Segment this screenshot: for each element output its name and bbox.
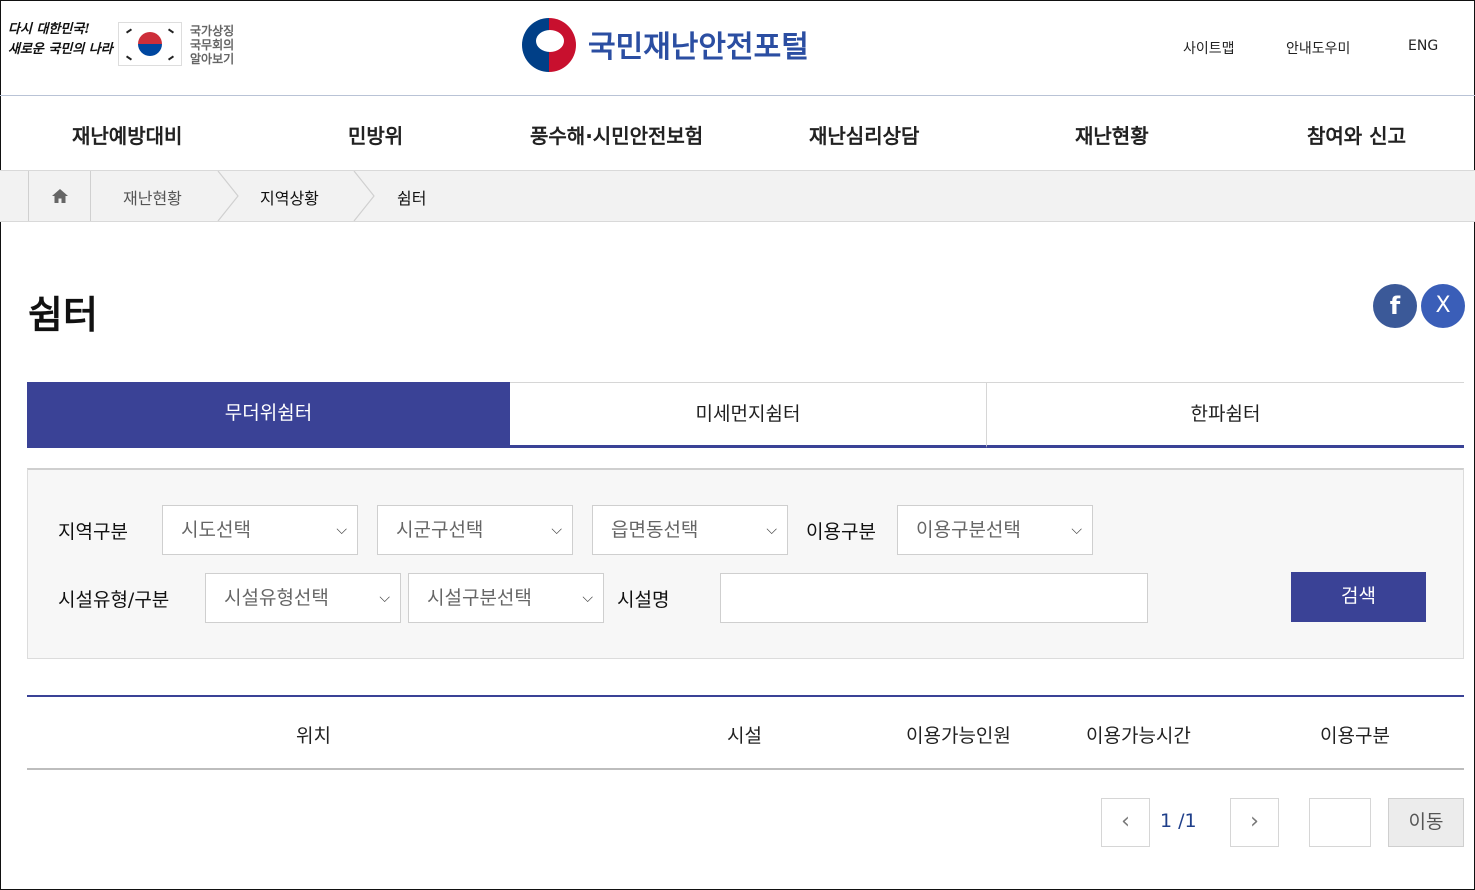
- facility-class-select[interactable]: 시설구분선택 ⌵: [408, 573, 604, 623]
- facebook-share-button[interactable]: f: [1373, 284, 1417, 328]
- region-label: 지역구분: [58, 521, 128, 543]
- column-header-hours: 이용가능시간: [1086, 725, 1191, 747]
- eupmyeondong-select[interactable]: 읍면동선택 ⌵: [592, 505, 788, 555]
- x-icon: X: [1435, 293, 1451, 318]
- column-header-location: 위치: [296, 725, 331, 747]
- facility-type-select[interactable]: 시설유형선택 ⌵: [205, 573, 401, 623]
- chevron-down-icon: ⌵: [766, 522, 777, 538]
- results-table-header: 위치 시설 이용가능인원 이용가능시간 이용구분: [27, 695, 1464, 770]
- chevron-right-icon: [353, 171, 375, 221]
- nav-item-report[interactable]: 참여와 신고: [1307, 120, 1406, 149]
- taegeuk-flag-icon: [138, 32, 162, 56]
- facility-name-input[interactable]: [720, 573, 1148, 623]
- use-type-label: 이용구분: [806, 521, 876, 543]
- chevron-down-icon: ⌵: [379, 590, 390, 606]
- main-nav: 재난예방대비 민방위 풍수해·시민안전보험 재난심리상담 재난현황 참여와 신고: [0, 95, 1475, 171]
- page-title: 쉼터: [28, 293, 98, 337]
- breadcrumb: 재난현황 지역상황 쉼터: [0, 171, 1475, 222]
- chevron-right-icon: [217, 171, 239, 221]
- x-share-button[interactable]: X: [1421, 284, 1465, 328]
- site-logo-text[interactable]: 국민재난안전포털: [588, 22, 809, 66]
- chevron-down-icon: ⌵: [551, 522, 562, 538]
- chevron-right-icon: ›: [1250, 809, 1259, 834]
- nav-item-counseling[interactable]: 재난심리상담: [809, 120, 919, 149]
- symbol-text-line: 국무회의: [190, 38, 235, 52]
- emblem-inner: [536, 30, 564, 52]
- chevron-left-icon: ‹: [1121, 809, 1130, 834]
- tab-cold-shelter[interactable]: 한파쉼터: [987, 382, 1464, 448]
- facility-type-label: 시설유형/구분: [58, 589, 170, 611]
- breadcrumb-item-shelter[interactable]: 쉼터: [397, 185, 426, 209]
- guide-link[interactable]: 안내도우미: [1286, 38, 1350, 58]
- symbol-text-line: 알아보기: [190, 52, 235, 66]
- sido-select-value: 시도선택: [181, 519, 251, 541]
- home-icon: [52, 189, 68, 203]
- use-type-select-value: 이용구분선택: [916, 519, 1021, 541]
- tab-heat-shelter[interactable]: 무더위쉼터: [27, 382, 510, 448]
- go-page-button[interactable]: 이동: [1388, 798, 1464, 847]
- sigungu-select-value: 시군구선택: [396, 519, 484, 541]
- slogan-line-1: 다시 대한민국!: [8, 22, 90, 37]
- nav-item-status[interactable]: 재난현황: [1075, 120, 1149, 149]
- facility-class-select-value: 시설구분선택: [427, 587, 532, 609]
- sitemap-link[interactable]: 사이트맵: [1183, 38, 1235, 58]
- slogan-line-2: 새로운 국민의 나라: [8, 42, 113, 57]
- search-panel: [27, 468, 1464, 659]
- nav-item-prevention[interactable]: 재난예방대비: [72, 120, 182, 149]
- slogan-logo[interactable]: 다시 대한민국! 새로운 국민의 나라: [8, 20, 114, 66]
- sido-select[interactable]: 시도선택 ⌵: [162, 505, 358, 555]
- national-symbol-text: 국가상징 국무회의 알아보기: [190, 24, 250, 66]
- eupmyeondong-select-value: 읍면동선택: [611, 519, 699, 541]
- column-header-facility: 시설: [727, 725, 762, 747]
- nav-item-insurance[interactable]: 풍수해·시민안전보험: [530, 120, 703, 149]
- use-type-select[interactable]: 이용구분선택 ⌵: [897, 505, 1093, 555]
- page-number-input[interactable]: [1309, 798, 1371, 847]
- sigungu-select[interactable]: 시군구선택 ⌵: [377, 505, 573, 555]
- facebook-icon: f: [1389, 292, 1401, 320]
- next-page-button[interactable]: ›: [1230, 798, 1279, 847]
- breadcrumb-item-status[interactable]: 재난현황: [123, 185, 182, 209]
- column-header-use-type: 이용구분: [1320, 725, 1390, 747]
- breadcrumb-item-region[interactable]: 지역상황: [260, 185, 319, 209]
- chevron-down-icon: ⌵: [1071, 522, 1082, 538]
- facility-name-label: 시설명: [617, 589, 670, 611]
- facility-type-select-value: 시설유형선택: [224, 587, 329, 609]
- symbol-text-line: 국가상징: [190, 24, 235, 38]
- chevron-down-icon: ⌵: [336, 522, 347, 538]
- search-button[interactable]: 검색: [1291, 572, 1426, 622]
- prev-page-button[interactable]: ‹: [1101, 798, 1150, 847]
- nav-item-civil-defense[interactable]: 민방위: [348, 120, 403, 149]
- chevron-down-icon: ⌵: [582, 590, 593, 606]
- english-link[interactable]: ENG: [1408, 38, 1438, 54]
- tab-fine-dust-shelter[interactable]: 미세먼지쉼터: [510, 382, 987, 448]
- breadcrumb-home[interactable]: [28, 171, 91, 221]
- page-indicator: 1 /1: [1160, 810, 1197, 832]
- column-header-capacity: 이용가능인원: [906, 725, 1011, 747]
